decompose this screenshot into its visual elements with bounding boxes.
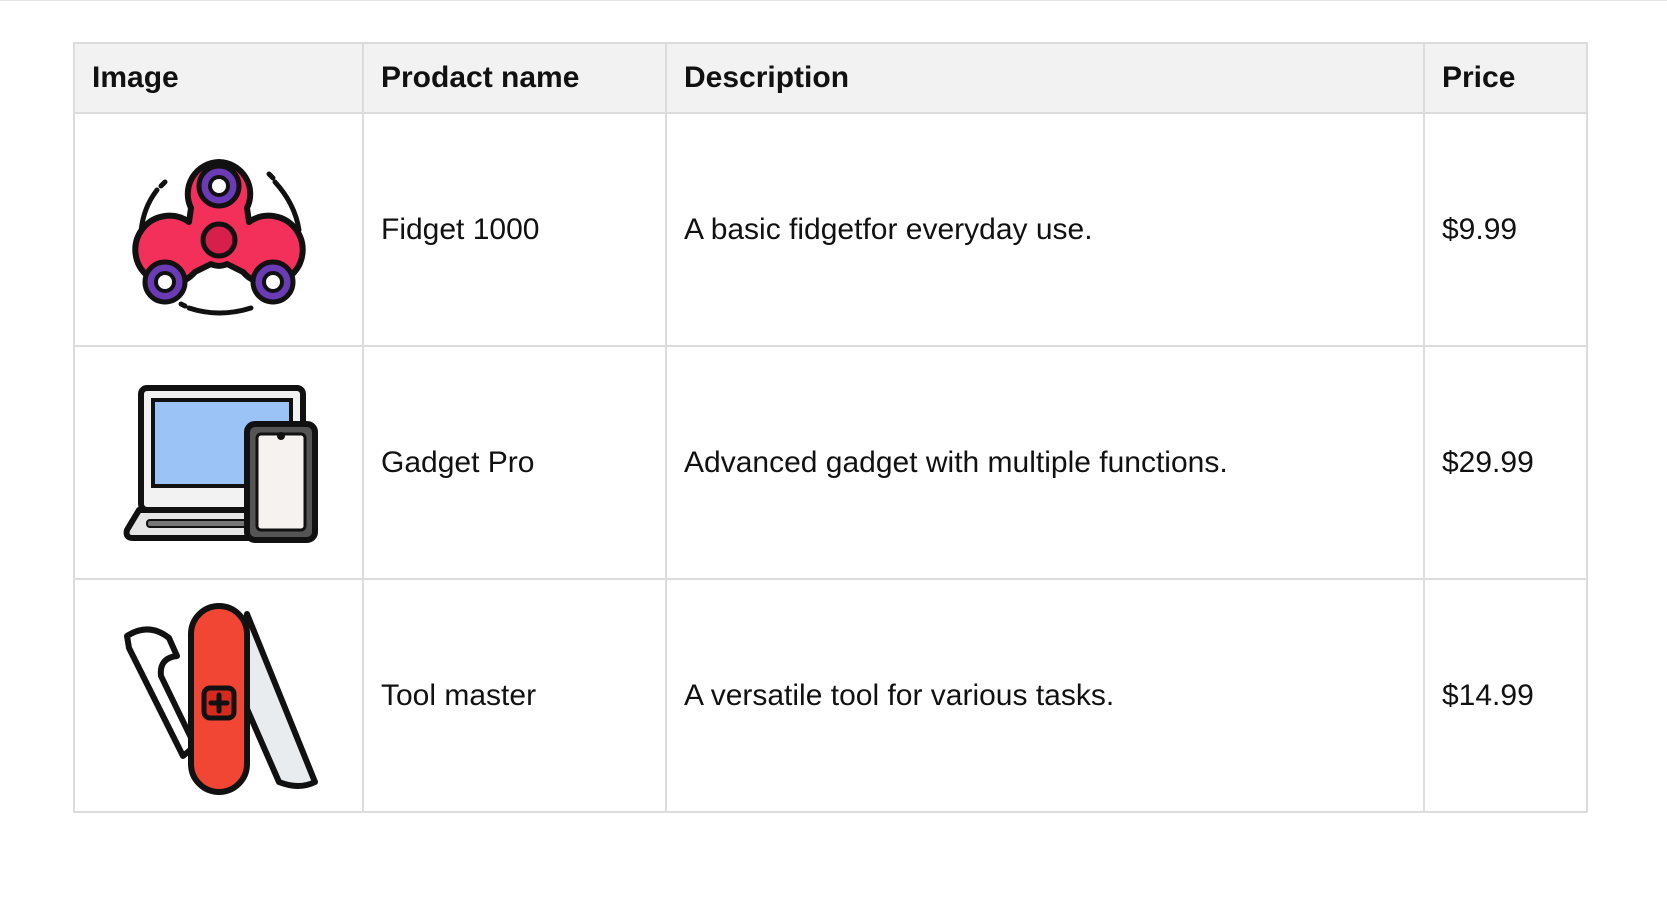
product-image-cell [73, 578, 364, 813]
product-description: A basic fidgetfor everyday use. [665, 112, 1425, 347]
fidget-spinner-icon [131, 158, 306, 315]
header-product-name: Prodact name [362, 42, 667, 114]
product-price: $9.99 [1423, 112, 1588, 347]
top-divider [0, 0, 1667, 1]
product-description: A versatile tool for various tasks. [665, 578, 1425, 813]
product-name: Fidget 1000 [362, 112, 667, 347]
product-price: $14.99 [1423, 578, 1588, 813]
swiss-army-knife-icon [123, 602, 318, 795]
table-header-row: Image Prodact name Description Price [73, 42, 1588, 114]
product-description: Advanced gadget with multiple functions. [665, 345, 1425, 580]
header-description: Description [665, 42, 1425, 114]
header-image: Image [73, 42, 364, 114]
product-image-cell [73, 112, 364, 347]
product-image-cell [73, 345, 364, 580]
table-row: Fidget 1000 A basic fidgetfor everyday u… [73, 112, 1588, 347]
table-row: Gadget Pro Advanced gadget with multiple… [73, 345, 1588, 580]
table-row: Tool master A versatile tool for various… [73, 578, 1588, 813]
product-table: Image Prodact name Description Price Fid… [73, 42, 1588, 813]
header-price: Price [1423, 42, 1588, 114]
product-name: Gadget Pro [362, 345, 667, 580]
laptop-phone-icon [123, 384, 318, 543]
product-name: Tool master [362, 578, 667, 813]
product-price: $29.99 [1423, 345, 1588, 580]
